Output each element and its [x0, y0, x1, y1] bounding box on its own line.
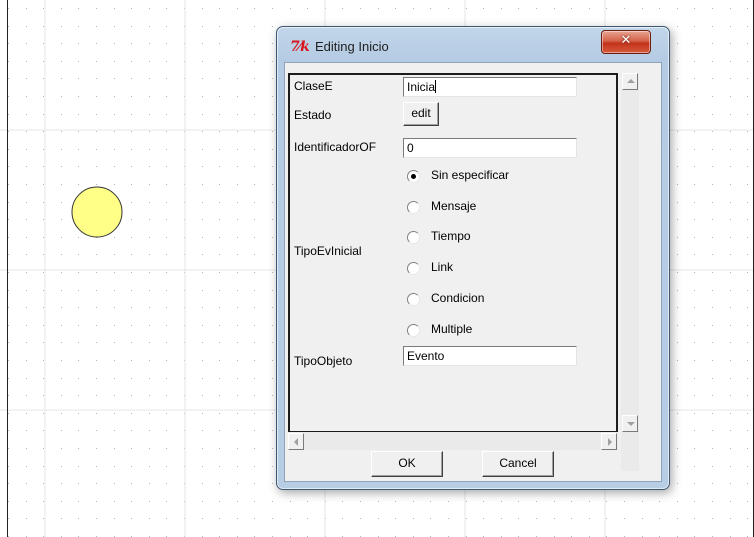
- tipo-ev-label: TipoEvInicial: [294, 244, 362, 258]
- clase-value: Inicia: [407, 80, 436, 94]
- radio-button: [407, 262, 420, 275]
- properties-panel: ClaseE Inicia Estado edit IdentificadorO…: [288, 73, 618, 433]
- close-icon: ✕: [620, 33, 632, 48]
- radio-button: [407, 293, 420, 306]
- radio-button: [407, 324, 420, 337]
- radio-label: Multiple: [431, 322, 473, 336]
- radio-button-selected: [407, 170, 420, 183]
- tipo-objeto-input[interactable]: Evento: [403, 346, 577, 366]
- estado-label: Estado: [294, 108, 332, 122]
- radio-label: Mensaje: [431, 199, 477, 213]
- estado-edit-button[interactable]: edit: [403, 102, 439, 126]
- radio-label: Link: [431, 260, 454, 274]
- clase-label: ClaseE: [294, 79, 333, 93]
- arrow-right-icon: [608, 438, 612, 446]
- radio-button: [407, 231, 420, 244]
- title-bar[interactable]: 7⁄k Editing Inicio ✕: [277, 27, 669, 63]
- identificador-value: 0: [407, 141, 414, 155]
- radio-label: Tiempo: [431, 229, 471, 243]
- close-button[interactable]: ✕: [601, 30, 651, 54]
- tipo-objeto-value: Evento: [407, 349, 445, 363]
- vertical-scrollbar[interactable]: [621, 73, 639, 471]
- scroll-right-button[interactable]: [601, 433, 617, 450]
- edit-dialog: 7⁄k Editing Inicio ✕ ClaseE Inicia Estad…: [276, 26, 670, 490]
- tk-app-icon: 7⁄k: [290, 39, 310, 55]
- text-caret: [435, 80, 437, 93]
- tipo-objeto-label: TipoObjeto: [294, 354, 353, 368]
- horizontal-scrollbar[interactable]: [288, 432, 618, 450]
- scroll-up-button[interactable]: [622, 73, 638, 90]
- radio-label: Sin especificar: [431, 168, 510, 182]
- scroll-left-button[interactable]: [288, 433, 304, 450]
- arrow-left-icon: [294, 438, 298, 446]
- radio-label: Condicion: [431, 291, 485, 305]
- cancel-button[interactable]: Cancel: [482, 451, 554, 477]
- clase-input[interactable]: Inicia: [403, 77, 577, 97]
- ok-button[interactable]: OK: [371, 451, 443, 477]
- scroll-down-button[interactable]: [622, 415, 638, 432]
- dialog-title: Editing Inicio: [315, 39, 389, 54]
- identificador-label: IdentificadorOF: [294, 140, 377, 154]
- dialog-client-area: ClaseE Inicia Estado edit IdentificadorO…: [284, 62, 662, 482]
- radio-button: [407, 201, 420, 214]
- identificador-input[interactable]: 0: [403, 138, 577, 158]
- arrow-up-icon: [627, 79, 635, 83]
- arrow-down-icon: [627, 422, 635, 426]
